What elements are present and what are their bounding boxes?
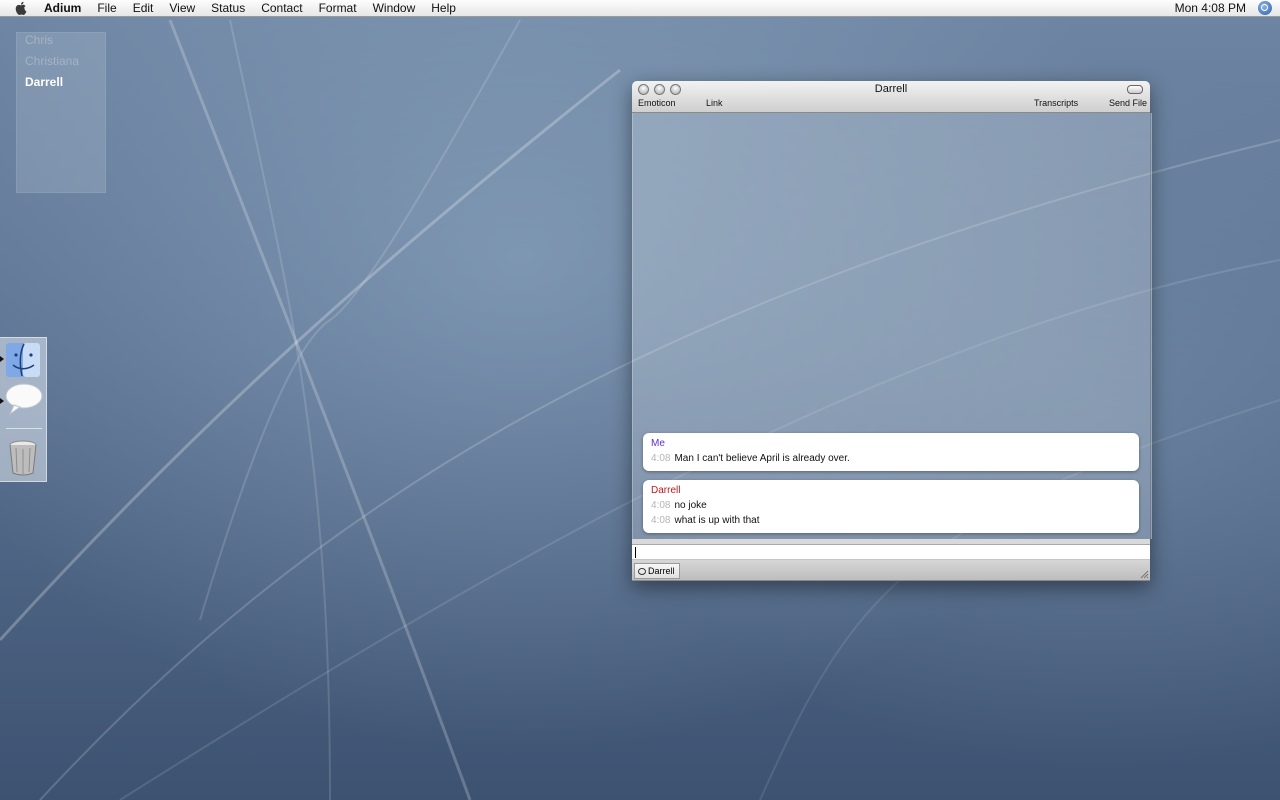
menu-app-name[interactable]: Adium [36, 0, 89, 16]
dock-divider [6, 428, 42, 429]
contact-item-darrell[interactable]: Darrell [17, 72, 105, 93]
menu-view[interactable]: View [161, 0, 203, 16]
menu-edit[interactable]: Edit [125, 0, 162, 16]
menu-window[interactable]: Window [365, 0, 424, 16]
message-input[interactable] [632, 544, 1150, 560]
message-group: Darrell 4:08 no joke 4:08 what is up with … [643, 480, 1139, 533]
message-text: no joke [674, 500, 707, 511]
menu-file[interactable]: File [89, 0, 124, 16]
tab-label: Darrell [648, 566, 675, 576]
running-indicator-icon [0, 356, 4, 362]
menu-clock[interactable]: Mon 4:08 PM [1167, 1, 1258, 15]
spotlight-search-icon[interactable] [1258, 1, 1272, 15]
apple-menu-icon[interactable] [14, 1, 28, 15]
contact-item-chris[interactable]: Chris [17, 30, 105, 51]
send-file-button[interactable]: Send File [1109, 98, 1147, 108]
emoticon-button[interactable]: Emoticon [638, 98, 676, 108]
toolbar-toggle-button[interactable] [1127, 85, 1143, 94]
window-titlebar[interactable]: Darrell Emoticon Link Transcripts Send F… [632, 81, 1150, 113]
message-view[interactable]: Me 4:08 Man I can't believe April is alre… [632, 113, 1152, 539]
tab-darrell[interactable]: Darrell [634, 563, 680, 579]
tab-bar: Darrell [632, 560, 1150, 581]
text-caret [635, 547, 636, 558]
menu-contact[interactable]: Contact [253, 0, 310, 16]
message-text: Man I can't believe April is already ove… [674, 453, 850, 464]
resize-grip-icon[interactable] [1139, 569, 1149, 579]
message-timestamp: 4:08 [651, 453, 671, 464]
message-timestamp: 4:08 [651, 515, 671, 526]
dock [0, 337, 47, 482]
contact-list: Chris Christiana Darrell [16, 32, 106, 193]
chat-window: Darrell Emoticon Link Transcripts Send F… [632, 81, 1152, 581]
window-title: Darrell [874, 83, 908, 95]
message-line: 4:08 what is up with that [651, 513, 1139, 528]
message-timestamp: 4:08 [651, 500, 671, 511]
trash-icon[interactable] [5, 439, 41, 476]
contact-item-christiana[interactable]: Christiana [17, 51, 105, 72]
menu-status[interactable]: Status [203, 0, 253, 16]
message-group: Me 4:08 Man I can't believe April is alre… [643, 433, 1139, 471]
message-sender: Me [651, 438, 665, 449]
menu-format[interactable]: Format [311, 0, 365, 16]
message-text: what is up with that [674, 515, 760, 526]
message-sender: Darrell [651, 485, 681, 496]
chat-tab-icon [638, 567, 646, 575]
message-line: 4:08 Man I can't believe April is already… [651, 451, 1139, 466]
message-line: 4:08 no joke [651, 498, 1139, 513]
link-button[interactable]: Link [706, 98, 723, 108]
menu-help[interactable]: Help [423, 0, 464, 16]
menu-bar: Adium File Edit View Status Contact Form… [0, 0, 1280, 17]
transcripts-button[interactable]: Transcripts [1034, 98, 1078, 108]
finder-icon[interactable] [5, 342, 41, 378]
running-indicator-icon [0, 398, 4, 404]
chat-bubble-icon[interactable] [5, 382, 43, 418]
